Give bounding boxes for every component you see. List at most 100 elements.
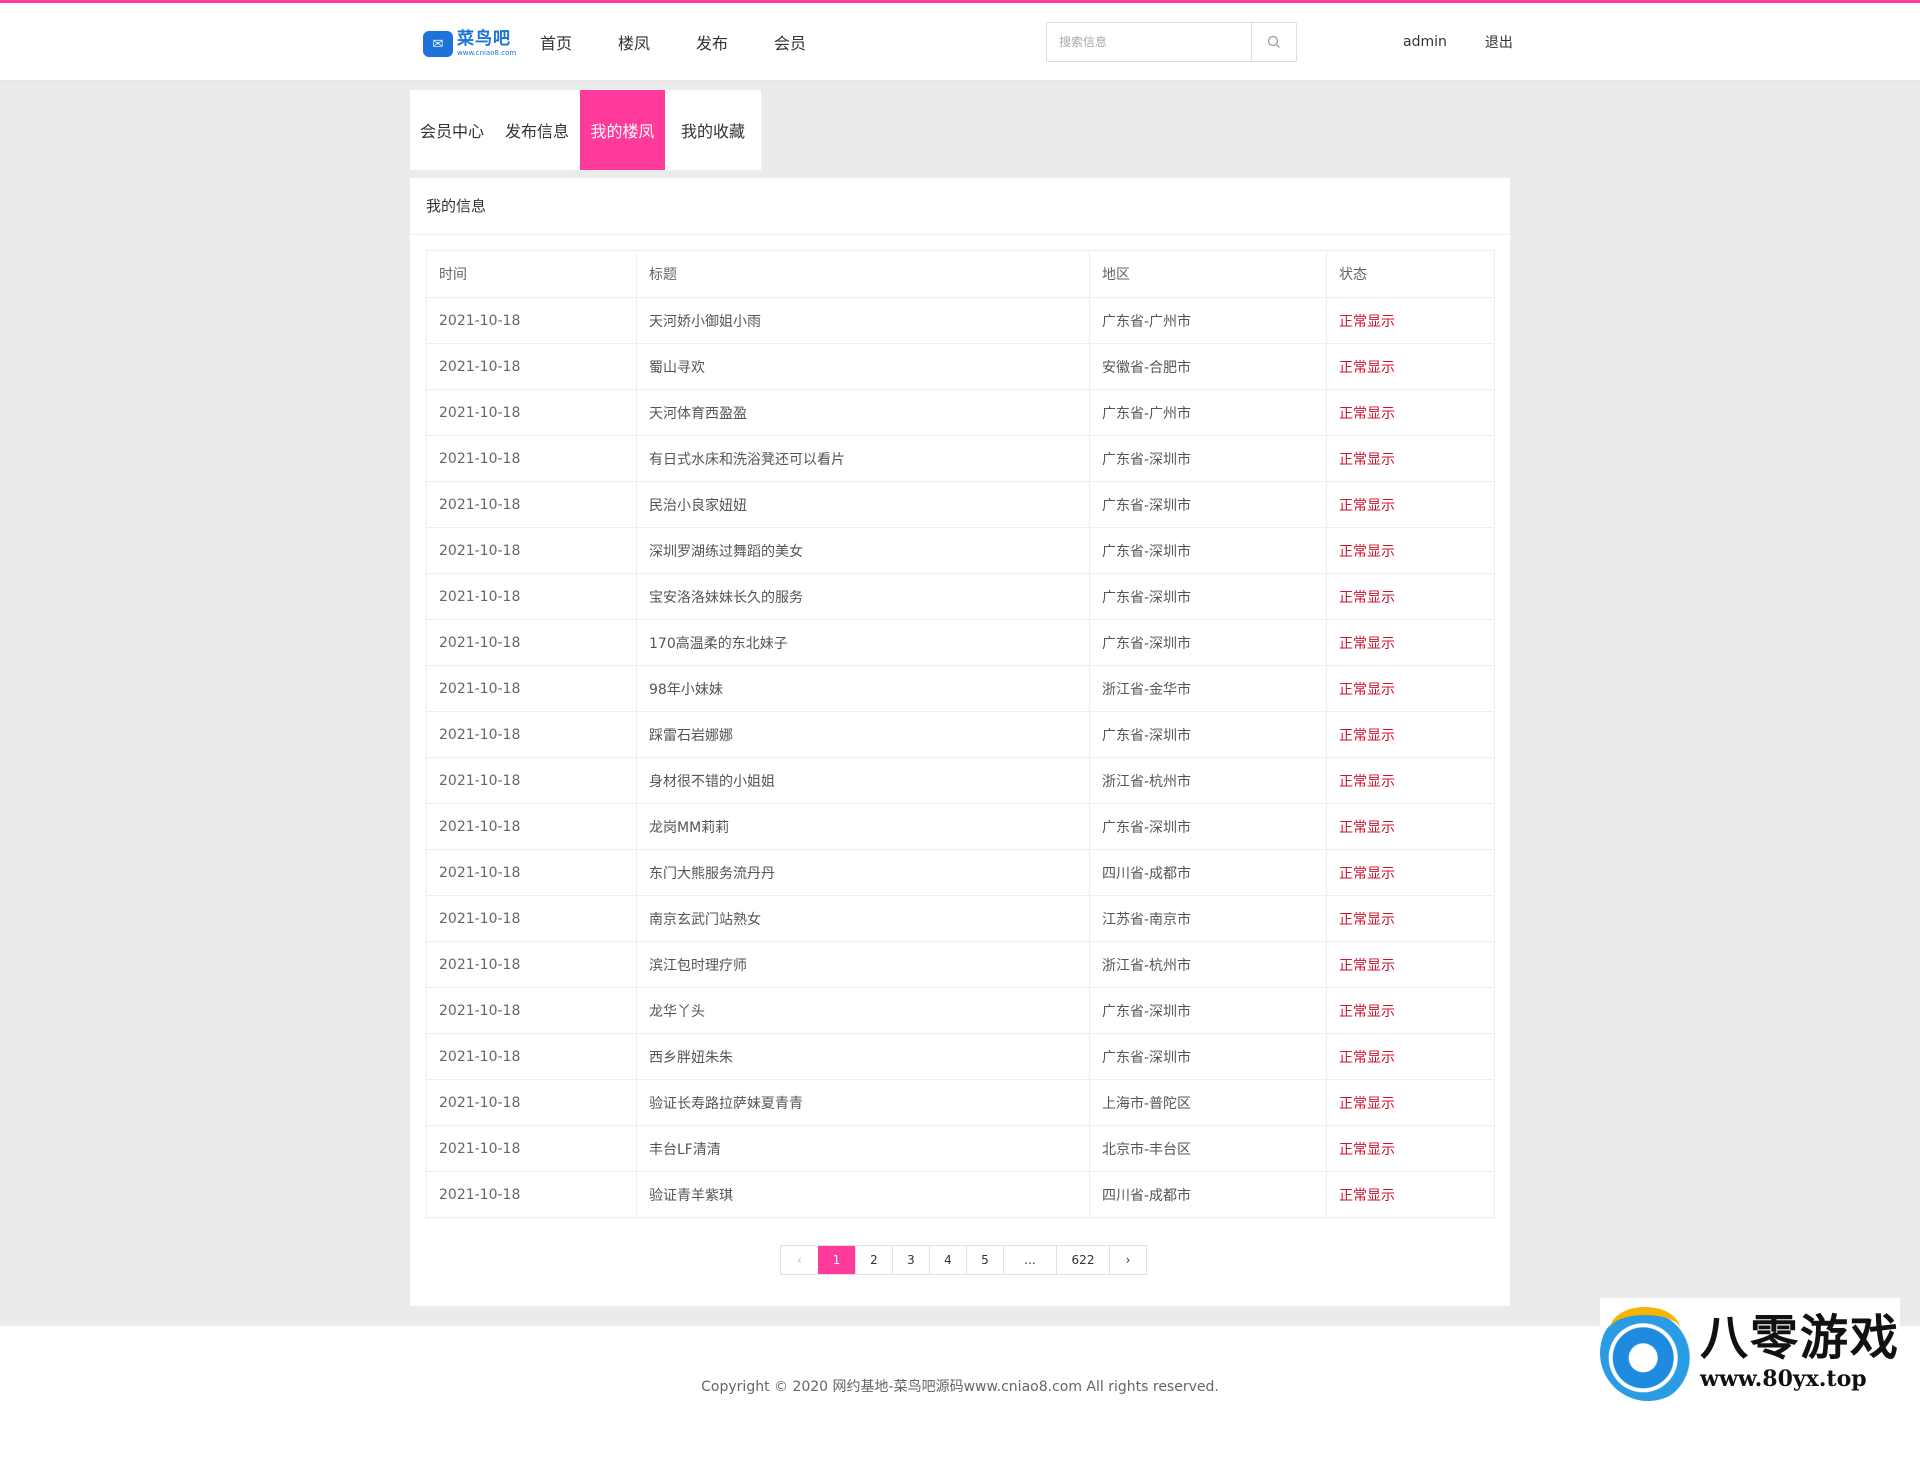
- row-title[interactable]: 龙华丫头: [636, 987, 1090, 1034]
- pagination: ‹ 1 2 3 4 5 ... 622 ›: [780, 1245, 1147, 1275]
- page-2-button[interactable]: 2: [855, 1246, 892, 1274]
- logo-text: 菜鸟吧 www.cniao8.com: [457, 31, 516, 57]
- prev-page-button[interactable]: ‹: [781, 1246, 818, 1274]
- row-status: 正常显示: [1326, 895, 1495, 942]
- row-title[interactable]: 深圳罗湖练过舞蹈的美女: [636, 527, 1090, 574]
- col-status: 状态: [1326, 250, 1495, 298]
- panel-title: 我的信息: [410, 178, 1510, 235]
- row-title[interactable]: 南京玄武门站熟女: [636, 895, 1090, 942]
- row-title[interactable]: 宝安洛洛妹妹长久的服务: [636, 573, 1090, 620]
- tab-member-center[interactable]: 会员中心: [410, 90, 494, 170]
- search-box: [1046, 22, 1297, 62]
- search-icon: [1267, 35, 1280, 48]
- row-title[interactable]: 滨江包时理疗师: [636, 941, 1090, 988]
- row-title[interactable]: 验证青羊紫琪: [636, 1171, 1090, 1218]
- row-title[interactable]: 丰台LF清清: [636, 1125, 1090, 1172]
- page-4-button[interactable]: 4: [929, 1246, 966, 1274]
- row-region: 四川省-成都市: [1089, 849, 1327, 896]
- search-input[interactable]: [1047, 23, 1251, 61]
- row-status: 正常显示: [1326, 527, 1495, 574]
- row-region: 安徽省-合肥市: [1089, 343, 1327, 390]
- row-time: 2021-10-18: [426, 435, 637, 482]
- nav-home[interactable]: 首页: [540, 30, 572, 54]
- site-header: ✉ 菜鸟吧 www.cniao8.com 首页 楼凤 发布 会员 admin 退…: [0, 3, 1920, 81]
- logo-url: www.cniao8.com: [457, 49, 517, 57]
- nav-publish[interactable]: 发布: [696, 30, 728, 54]
- nav-member[interactable]: 会员: [774, 30, 806, 54]
- row-title[interactable]: 天河体育西盈盈: [636, 389, 1090, 436]
- next-page-button[interactable]: ›: [1109, 1246, 1146, 1274]
- bird-logo-icon: ✉: [423, 31, 453, 57]
- row-status: 正常显示: [1326, 573, 1495, 620]
- row-region: 广东省-深圳市: [1089, 527, 1327, 574]
- row-time: 2021-10-18: [426, 573, 637, 620]
- table-row: 2021-10-18 验证长寿路拉萨妹夏青青 上海市-普陀区 正常显示: [426, 1079, 1495, 1126]
- table-row: 2021-10-18 龙岗MM莉莉 广东省-深圳市 正常显示: [426, 803, 1495, 850]
- row-status: 正常显示: [1326, 987, 1495, 1034]
- site-logo[interactable]: ✉ 菜鸟吧 www.cniao8.com: [423, 27, 523, 61]
- row-region: 浙江省-杭州市: [1089, 757, 1327, 804]
- col-time: 时间: [426, 250, 637, 298]
- table-row: 2021-10-18 滨江包时理疗师 浙江省-杭州市 正常显示: [426, 941, 1495, 988]
- row-status: 正常显示: [1326, 1079, 1495, 1126]
- watermark-url: www.80yx.top: [1700, 1366, 1867, 1392]
- row-time: 2021-10-18: [426, 895, 637, 942]
- row-time: 2021-10-18: [426, 941, 637, 988]
- row-time: 2021-10-18: [426, 297, 637, 344]
- tab-my-loufeng[interactable]: 我的楼凤: [580, 90, 665, 170]
- row-title[interactable]: 170高温柔的东北妹子: [636, 619, 1090, 666]
- table-row: 2021-10-18 验证青羊紫琪 四川省-成都市 正常显示: [426, 1171, 1495, 1218]
- watermark: 八零游戏 www.80yx.top: [1600, 1298, 1900, 1408]
- row-status: 正常显示: [1326, 849, 1495, 896]
- tab-my-favorites[interactable]: 我的收藏: [665, 90, 761, 170]
- row-status: 正常显示: [1326, 435, 1495, 482]
- logout-link[interactable]: 退出: [1485, 32, 1513, 52]
- watermark-name: 八零游戏: [1700, 1310, 1901, 1366]
- row-time: 2021-10-18: [426, 1033, 637, 1080]
- table-row: 2021-10-18 踩雷石岩娜娜 广东省-深圳市 正常显示: [426, 711, 1495, 758]
- table-row: 2021-10-18 天河娇小御姐小雨 广东省-广州市 正常显示: [426, 297, 1495, 344]
- row-title[interactable]: 西乡胖妞朱朱: [636, 1033, 1090, 1080]
- nav-loufeng[interactable]: 楼凤: [618, 30, 650, 54]
- user-area: admin 退出: [1403, 3, 1513, 80]
- watermark-text: 八零游戏 www.80yx.top: [1700, 1314, 1900, 1392]
- row-time: 2021-10-18: [426, 527, 637, 574]
- search-button[interactable]: [1250, 23, 1296, 61]
- table-row: 2021-10-18 西乡胖妞朱朱 广东省-深圳市 正常显示: [426, 1033, 1495, 1080]
- page-5-button[interactable]: 5: [966, 1246, 1003, 1274]
- row-region: 北京市-丰台区: [1089, 1125, 1327, 1172]
- table-row: 2021-10-18 身材很不错的小姐姐 浙江省-杭州市 正常显示: [426, 757, 1495, 804]
- username[interactable]: admin: [1403, 34, 1447, 50]
- table-row: 2021-10-18 龙华丫头 广东省-深圳市 正常显示: [426, 987, 1495, 1034]
- page-1-button[interactable]: 1: [818, 1246, 855, 1274]
- my-info-panel: 我的信息 时间 标题 地区 状态 2021-10-18 天河娇小御姐小雨 广东省-广…: [410, 178, 1510, 1306]
- row-title[interactable]: 验证长寿路拉萨妹夏青青: [636, 1079, 1090, 1126]
- row-title[interactable]: 98年小妹妹: [636, 665, 1090, 712]
- table-row: 2021-10-18 天河体育西盈盈 广东省-广州市 正常显示: [426, 389, 1495, 436]
- row-status: 正常显示: [1326, 619, 1495, 666]
- row-title[interactable]: 有日式水床和洗浴凳还可以看片: [636, 435, 1090, 482]
- row-title[interactable]: 龙岗MM莉莉: [636, 803, 1090, 850]
- page-622-button[interactable]: 622: [1056, 1246, 1109, 1274]
- tab-publish-info[interactable]: 发布信息: [494, 90, 580, 170]
- row-title[interactable]: 蜀山寻欢: [636, 343, 1090, 390]
- row-title[interactable]: 天河娇小御姐小雨: [636, 297, 1090, 344]
- row-time: 2021-10-18: [426, 619, 637, 666]
- row-region: 广东省-深圳市: [1089, 573, 1327, 620]
- page-3-button[interactable]: 3: [892, 1246, 929, 1274]
- row-region: 广东省-深圳市: [1089, 619, 1327, 666]
- row-status: 正常显示: [1326, 297, 1495, 344]
- row-region: 浙江省-杭州市: [1089, 941, 1327, 988]
- row-title[interactable]: 身材很不错的小姐姐: [636, 757, 1090, 804]
- table-header-row: 时间 标题 地区 状态: [426, 250, 1495, 298]
- row-time: 2021-10-18: [426, 343, 637, 390]
- table-row: 2021-10-18 民治小良家妞妞 广东省-深圳市 正常显示: [426, 481, 1495, 528]
- member-tabs: 会员中心 发布信息 我的楼凤 我的收藏: [410, 90, 761, 170]
- row-region: 四川省-成都市: [1089, 1171, 1327, 1218]
- row-status: 正常显示: [1326, 757, 1495, 804]
- row-title[interactable]: 东门大熊服务流丹丹: [636, 849, 1090, 896]
- row-title[interactable]: 踩雷石岩娜娜: [636, 711, 1090, 758]
- row-time: 2021-10-18: [426, 1171, 637, 1218]
- row-title[interactable]: 民治小良家妞妞: [636, 481, 1090, 528]
- row-time: 2021-10-18: [426, 1125, 637, 1172]
